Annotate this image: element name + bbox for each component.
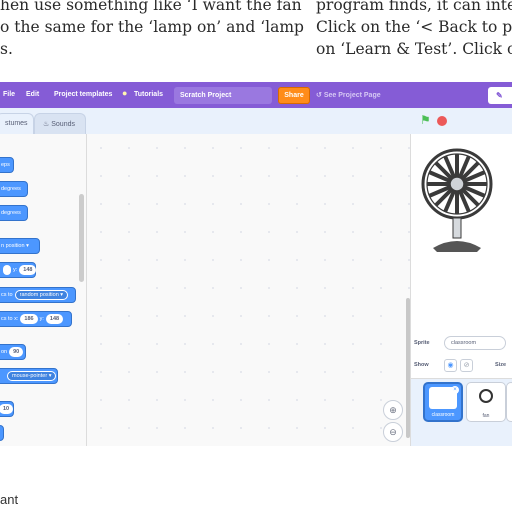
sprite-thumb-fan[interactable]: fan	[466, 382, 506, 422]
book-line: program finds, it can interp	[316, 0, 512, 14]
book-line: s.	[0, 40, 13, 58]
dropdown-label: mouse-pointer	[12, 372, 48, 379]
x-input[interactable]	[3, 264, 11, 275]
block-turn-right[interactable]: degrees	[0, 181, 28, 197]
block-text: cs to x:	[1, 316, 19, 322]
project-title-input[interactable]: Scratch Project	[174, 87, 272, 104]
dropdown-label: random position	[19, 291, 59, 298]
tab-sounds[interactable]: ♨ Sounds	[34, 113, 86, 134]
menu-project-templates[interactable]: Project templates	[54, 91, 112, 98]
book-line: Click on the ‘< Back to pro	[316, 18, 512, 36]
block-glide-random[interactable]: cs to random position ▾	[0, 287, 76, 303]
direction-input[interactable]: 90	[9, 346, 24, 357]
zoom-in-icon[interactable]: ⊕	[383, 400, 403, 420]
fan-icon	[479, 389, 493, 403]
code-area[interactable]	[87, 134, 410, 446]
delete-icon[interactable]: ×	[451, 386, 459, 394]
block-text: degrees	[1, 186, 21, 192]
book-text-left: hen use something like ‘I want the fan o…	[0, 0, 304, 60]
book-line: hen use something like ‘I want the fan	[0, 0, 302, 14]
tab-costumes[interactable]: stumes	[0, 113, 34, 134]
book-text-right: program finds, it can interp Click on th…	[316, 0, 512, 60]
sprite-label: Sprite	[414, 340, 430, 346]
green-flag-icon[interactable]: ⚑	[420, 113, 431, 127]
menu-file[interactable]: File	[3, 91, 15, 98]
sprite-thumb-partial[interactable]	[506, 382, 512, 422]
block-change-x[interactable]: 10	[0, 401, 14, 417]
eye-icon[interactable]: ◉	[444, 359, 457, 372]
block-partial[interactable]	[0, 425, 4, 441]
sprite-thumb-classroom[interactable]: × classroom	[423, 382, 463, 422]
pencil-icon[interactable]: ✎	[488, 87, 512, 104]
block-point-direction[interactable]: on 90	[0, 344, 26, 360]
menu-edit[interactable]: Edit	[26, 91, 39, 98]
block-text: cs to	[1, 292, 13, 298]
fan-sprite	[421, 148, 493, 252]
speaker-icon: ♨	[43, 121, 50, 128]
towards-dropdown[interactable]: mouse-pointer ▾	[7, 370, 57, 381]
sprite-thumb-label: classroom	[431, 412, 455, 418]
x-input[interactable]: 186	[20, 313, 38, 324]
y-input[interactable]: 148	[19, 264, 37, 275]
block-turn-left[interactable]: degrees	[0, 205, 28, 221]
menu-bar: File Edit Project templates ● Tutorials …	[0, 82, 512, 108]
chevron-down-icon: ▾	[26, 243, 29, 249]
change-input[interactable]: 10	[0, 403, 14, 414]
block-goto-xy[interactable]: y: 148	[0, 262, 37, 278]
block-text: eps	[1, 162, 10, 168]
stop-icon[interactable]	[437, 116, 447, 126]
book-line: on ‘Learn & Test’. Click on t	[316, 40, 512, 58]
lightbulb-icon: ●	[122, 88, 128, 98]
scratch-editor-screenshot: File Edit Project templates ● Tutorials …	[0, 82, 512, 446]
y-input[interactable]: 148	[45, 313, 64, 324]
eye-slash-icon[interactable]: ⊘	[460, 359, 473, 372]
block-steps[interactable]: eps	[0, 157, 14, 173]
block-goto[interactable]: n position ▾	[0, 238, 40, 254]
share-button[interactable]: Share	[278, 87, 310, 104]
block-text: n position	[1, 243, 25, 249]
block-text: degrees	[1, 210, 21, 216]
size-label: Size	[495, 362, 507, 368]
block-text: y:	[39, 316, 44, 322]
block-text: y:	[13, 267, 18, 273]
see-project-label: See Project Page	[323, 92, 381, 99]
sprite-name-input[interactable]: classroom	[444, 336, 506, 350]
menu-tutorials[interactable]: Tutorials	[134, 91, 163, 98]
sprite-thumb-label: fan	[482, 413, 490, 419]
palette-scrollbar[interactable]	[79, 194, 84, 282]
position-dropdown[interactable]: random position ▾	[14, 289, 69, 300]
block-point-towards[interactable]: mouse-pointer ▾	[0, 368, 58, 384]
block-glide-xy[interactable]: cs to x: 186 y: 148	[0, 311, 72, 327]
show-label: Show	[414, 362, 429, 368]
book-line: o the same for the ‘lamp on’ and ‘lamp	[0, 18, 304, 36]
zoom-out-icon[interactable]: ⊖	[383, 422, 403, 442]
book-bottom-text: ant	[0, 492, 19, 507]
see-project-page-link[interactable]: ↺ See Project Page	[316, 91, 381, 99]
editor-tabs: stumes ♨ Sounds	[0, 108, 410, 134]
block-text: on	[1, 349, 8, 355]
tab-sounds-label: Sounds	[51, 121, 75, 128]
